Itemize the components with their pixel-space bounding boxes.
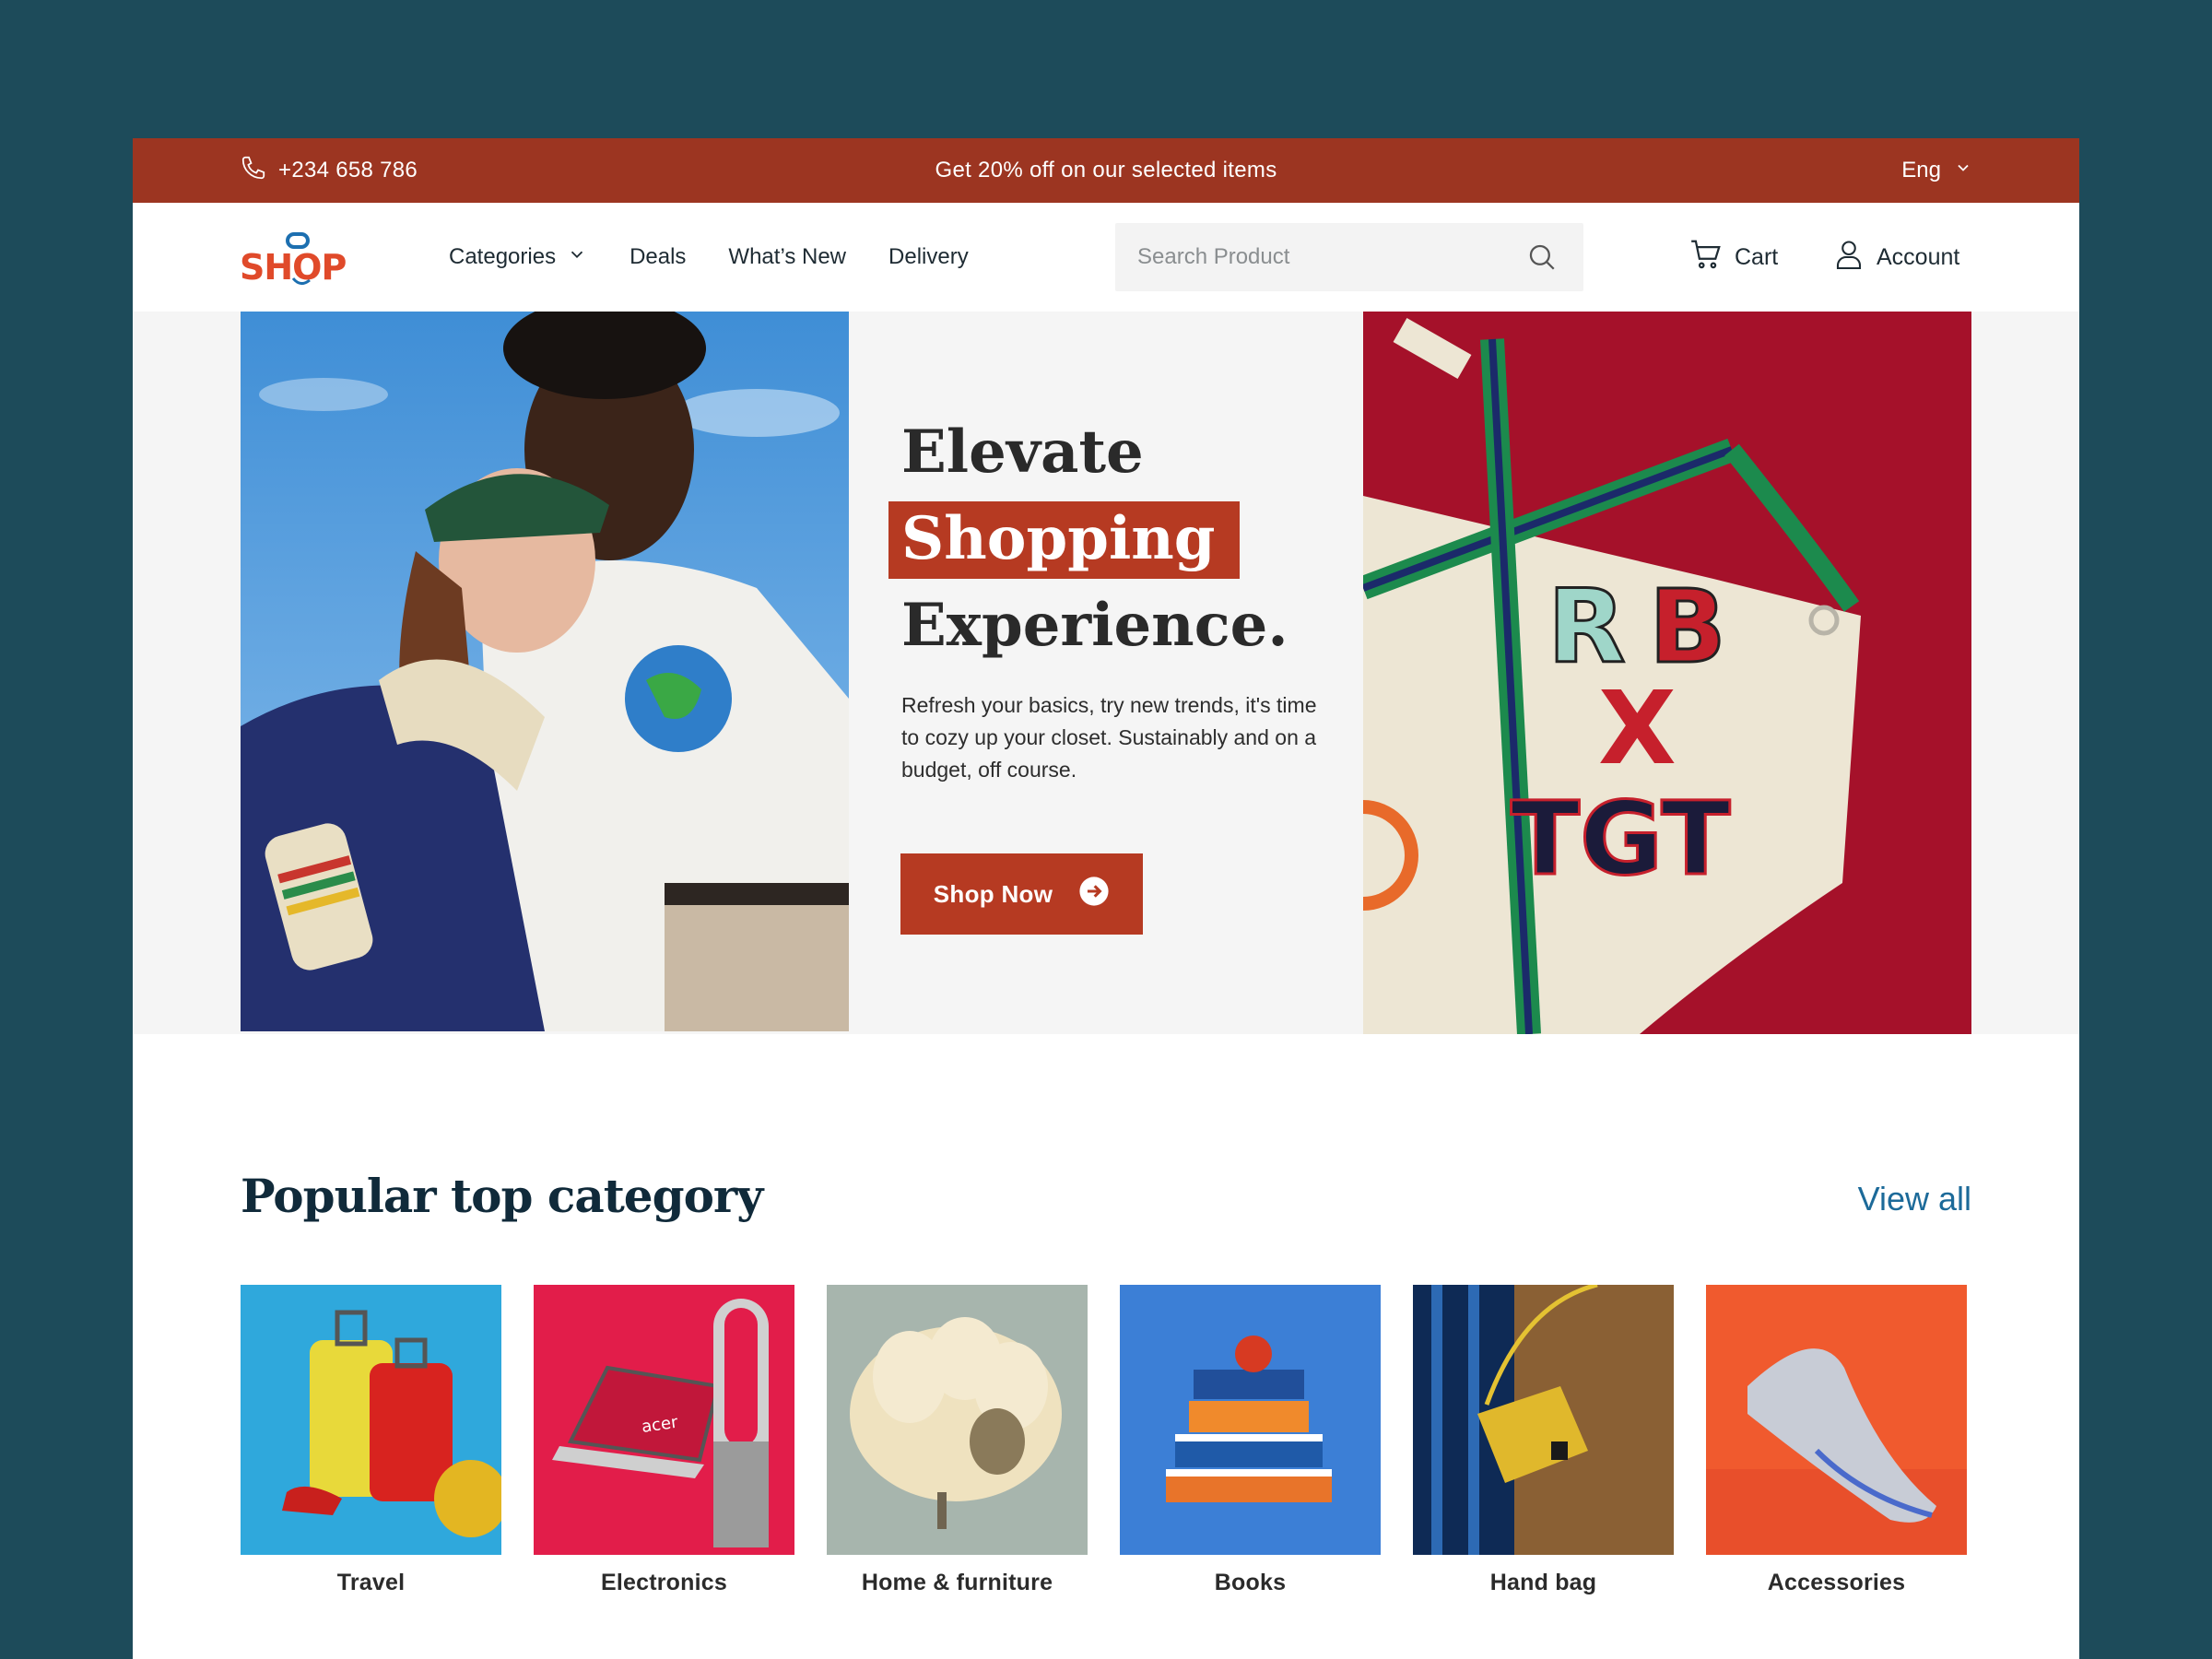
category-label: Travel	[336, 1570, 406, 1595]
category-card-home-furniture[interactable]: Home & furniture	[827, 1285, 1088, 1596]
category-list: Travel acer Electronics Home & furniture…	[241, 1285, 1967, 1596]
cart-icon	[1688, 237, 1724, 278]
category-card-accessories[interactable]: Accessories	[1706, 1285, 1967, 1596]
language-label: Eng	[1901, 158, 1941, 182]
category-image-travel	[241, 1285, 501, 1555]
account-button[interactable]: Account	[1832, 203, 1959, 312]
category-card-books[interactable]: Books	[1120, 1285, 1381, 1596]
top-bar: +234 658 786 Get 20% off on our selected…	[133, 138, 2079, 203]
section-title: Popular top category	[241, 1169, 763, 1223]
logo-text: SHOP	[240, 247, 347, 288]
category-label: Accessories	[1767, 1570, 1906, 1595]
shop-now-label: Shop Now	[933, 879, 1053, 908]
category-image-hand-bag	[1413, 1285, 1674, 1555]
chevron-down-icon	[1954, 158, 1972, 183]
category-label: Hand bag	[1489, 1570, 1597, 1595]
nav-menu: Categories Deals What’s New Delivery	[449, 203, 969, 312]
nav-item-whats-new[interactable]: What’s New	[728, 244, 846, 270]
view-all-link[interactable]: View all	[1858, 1180, 1971, 1218]
svg-text:R: R	[1547, 568, 1626, 686]
shop-logo[interactable]: SHOP	[240, 223, 350, 297]
promo-text: Get 20% off on our selected items	[935, 158, 1277, 182]
category-image-accessories	[1706, 1285, 1967, 1555]
hero-description: Refresh your basics, try new trends, it'…	[901, 693, 1317, 782]
nav-item-deals[interactable]: Deals	[629, 244, 686, 270]
page-frame: +234 658 786 Get 20% off on our selected…	[133, 138, 2079, 1659]
headline-highlight: Shopping	[888, 501, 1240, 579]
category-card-travel[interactable]: Travel	[241, 1285, 501, 1596]
headline-line-3: Experience.	[901, 591, 1288, 660]
category-label: Electronics	[601, 1570, 727, 1595]
category-card-electronics[interactable]: acer Electronics	[534, 1285, 794, 1596]
cart-label: Cart	[1735, 243, 1779, 270]
category-image-electronics: acer	[534, 1285, 794, 1555]
hero-image-tote-bag: R B X TGT	[1363, 312, 1971, 1034]
shop-now-button[interactable]: Shop Now	[900, 853, 1143, 935]
account-label: Account	[1877, 243, 1960, 270]
category-label: Books	[1214, 1570, 1287, 1595]
category-card-hand-bag[interactable]: Hand bag	[1413, 1285, 1674, 1596]
search-input[interactable]	[1115, 244, 1512, 270]
nav-item-delivery[interactable]: Delivery	[888, 244, 969, 270]
hero-headline: Elevate Shopping Experience.	[888, 409, 1288, 669]
hero-image-couple	[241, 312, 849, 1031]
category-label: Home & furniture	[861, 1570, 1053, 1595]
user-icon	[1832, 238, 1865, 277]
hero-section: Elevate Shopping Experience. Refresh you…	[133, 312, 2079, 1034]
category-image-books	[1120, 1285, 1381, 1555]
headline-line-1: Elevate	[901, 418, 1144, 487]
svg-text:B: B	[1649, 568, 1726, 686]
language-selector[interactable]: Eng	[1901, 138, 1972, 203]
svg-text:TGT: TGT	[1511, 780, 1730, 898]
svg-text:X: X	[1598, 669, 1677, 787]
chevron-down-icon	[567, 244, 587, 271]
cart-button[interactable]: Cart	[1688, 203, 1778, 312]
category-image-home-furniture	[827, 1285, 1088, 1555]
search-box	[1115, 223, 1583, 291]
nav-item-categories[interactable]: Categories	[449, 244, 587, 271]
nav-label: Categories	[449, 244, 557, 269]
main-nav: SHOP Categories Deals What’s New Deliver…	[133, 203, 2079, 312]
arrow-right-circle-icon	[1078, 876, 1110, 913]
search-icon[interactable]	[1526, 241, 1558, 277]
